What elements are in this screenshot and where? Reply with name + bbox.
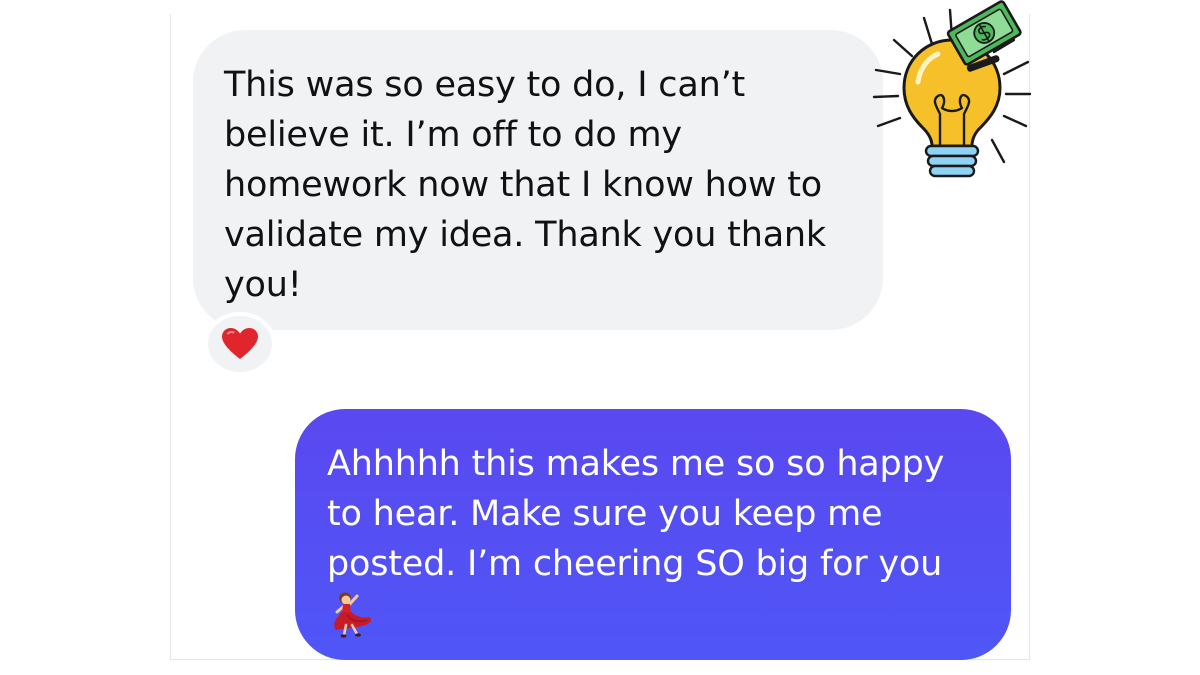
sent-message-bubble[interactable]: Ahhhhh this makes me so so happy to hear… (295, 409, 1011, 660)
message-line: believe it. I’m off to do my (224, 115, 682, 155)
message-line: posted. I’m cheering SO big for you (327, 544, 943, 584)
heart-reaction-badge[interactable] (204, 312, 276, 376)
heart-emoji-icon (222, 328, 258, 359)
message-line: This was so easy to do, I can’t (224, 65, 746, 105)
message-line: Ahhhhh this makes me so so happy (327, 444, 945, 484)
woman-dancing-emoji-icon (334, 592, 372, 638)
message-line: to hear. Make sure you keep me (327, 494, 883, 534)
lightbulb-money-icon (872, 0, 1032, 178)
message-line: homework now that I know how to (224, 165, 822, 205)
received-message-bubble[interactable]: This was so easy to do, I can’t believe … (193, 30, 883, 330)
message-line: validate my idea. Thank you thank (224, 215, 826, 255)
screenshot-canvas: This was so easy to do, I can’t believe … (0, 0, 1200, 675)
message-line: you! (224, 265, 302, 305)
